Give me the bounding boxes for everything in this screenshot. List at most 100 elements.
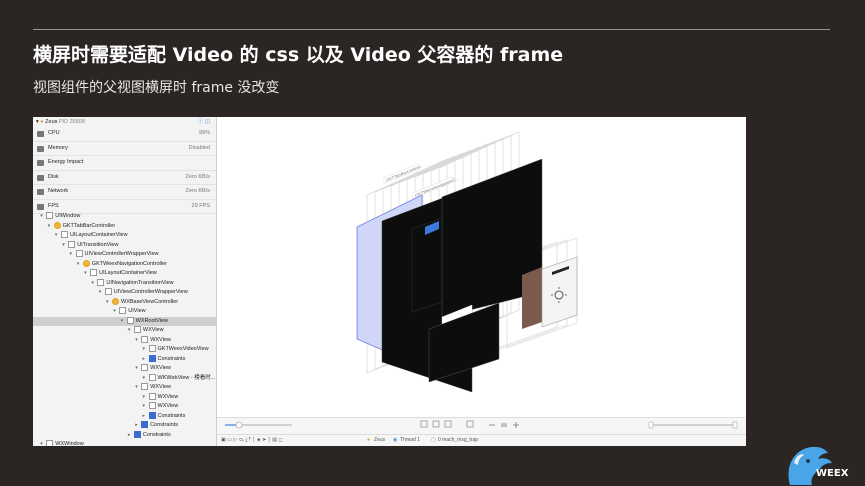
tree-node[interactable]: ▾ UIWindow — [40, 212, 80, 222]
view-icon — [148, 373, 156, 381]
tree-node-label: WXView — [150, 365, 171, 371]
tree-node[interactable]: ▸ Constraints — [128, 430, 171, 441]
tree-node[interactable]: ▾ WXBaseViewController — [106, 297, 178, 308]
tree-node-label: WXView — [150, 336, 171, 343]
range-slider-right[interactable] — [732, 421, 738, 429]
tree-node-label: UIViewControllerWrapperView — [84, 251, 159, 257]
tree-node[interactable]: ▸ Constraints — [143, 354, 186, 365]
tree-node-label: UITransitionView — [77, 241, 119, 248]
debug-toolbar-icons[interactable]: ▣ ▭ ▷ ⤼ ⤓ ⤒ │ ◈ ➤ │ ▤ ◻ — [221, 437, 283, 443]
disclosure-icon[interactable]: ▾ — [48, 222, 54, 232]
xcode-view-debugger-screenshot: ▾ ● Zeus PID 26808 ⓘ ◫ CPU 99% Memory Disab… — [33, 117, 746, 446]
tree-node[interactable]: ▾ UILayoutContainerView — [55, 231, 128, 241]
slide-subtitle: 视图组件的父视图横屏时 frame 没改变 — [33, 80, 280, 96]
tree-node[interactable]: ▾ WXView — [135, 335, 171, 346]
layout-icon[interactable] — [420, 420, 428, 428]
gauge-icon — [37, 131, 44, 137]
process-info-icons[interactable]: ⓘ ◫ — [198, 117, 210, 127]
gauge-value: Zero KB/s — [185, 173, 210, 180]
gauge-name: Disk — [48, 173, 59, 180]
gauge-row[interactable]: Disk Zero KB/s — [33, 171, 216, 185]
tree-node-label: WKWebView - 榜看时... — [157, 374, 216, 381]
tree-node-label: Constraints — [142, 431, 171, 438]
view-icon — [141, 383, 149, 391]
status-app[interactable]: Zeus — [374, 437, 385, 443]
tree-node-label: WXWindow — [55, 441, 84, 446]
tree-node-label: Constraints — [157, 412, 186, 419]
exploded-3d-layers: GKTTabBarControl... GKTWeexNavigationC..… — [356, 131, 578, 393]
view-controller-icon — [82, 259, 90, 267]
tree-node[interactable]: ▾ GKTTabBarController — [48, 221, 116, 232]
view-icon — [133, 326, 141, 334]
tree-node-label: Constraints — [157, 355, 186, 362]
view-icon — [141, 335, 149, 343]
brown-layer[interactable] — [522, 267, 542, 329]
tree-node[interactable]: ▸ Constraints — [135, 421, 178, 431]
gauge-row[interactable]: CPU 99% — [33, 127, 216, 142]
app-icon: ● — [367, 437, 371, 443]
tree-node[interactable]: ▾ UIViewControllerWrapperView — [70, 250, 159, 260]
view-controller-icon — [112, 297, 119, 305]
tree-node-label: UIView — [128, 308, 146, 314]
tree-node-label: UIViewControllerWrapperView — [113, 289, 188, 295]
status-thread[interactable]: Thread 1 — [400, 437, 420, 443]
view-hierarchy-canvas[interactable]: GKTTabBarControl... GKTWeexNavigationC..… — [217, 117, 746, 417]
view-icon — [60, 231, 68, 239]
debug-navigator: ▾ ● Zeus PID 26808 ⓘ ◫ CPU 99% Memory Disab… — [33, 117, 217, 446]
gauge-name: Network — [48, 188, 69, 194]
tree-node[interactable]: ▾ WXWindow — [40, 440, 84, 446]
process-row[interactable]: ▾ ● Zeus PID 26808 ⓘ ◫ — [33, 117, 216, 127]
view-controller-icon — [53, 221, 61, 229]
tree-node[interactable]: ▾ WXView — [143, 402, 178, 412]
gauge-icon — [37, 174, 44, 181]
tree-node-label: UIWindow — [55, 213, 81, 219]
tree-node[interactable]: ▾ UIView — [113, 307, 146, 317]
tree-node[interactable]: ▾ UINavigationTransitionView — [91, 278, 174, 289]
constraints-icon — [148, 411, 156, 419]
tree-node[interactable]: ▾ WXView — [128, 326, 164, 336]
view-icon — [46, 440, 54, 446]
tree-node[interactable]: ▾ GKTWeexNavigationController — [77, 259, 167, 270]
top-divider — [33, 29, 830, 30]
disclosure-icon[interactable]: ▾ — [77, 260, 83, 270]
tree-node[interactable]: ▾ WXView — [143, 392, 178, 403]
tree-node[interactable]: ▾ WXRootView — [121, 316, 168, 327]
spacing-slider-thumb[interactable] — [235, 421, 243, 429]
view-icon — [148, 345, 156, 353]
gauge-row[interactable]: Energy Impact — [33, 156, 216, 171]
view-icon — [148, 402, 156, 410]
tree-node-label: UINavigationTransitionView — [106, 279, 174, 286]
weex-logo — [788, 446, 832, 485]
view-icon — [90, 269, 98, 277]
tree-node-label: GKTTabBarController — [62, 222, 116, 229]
tree-node[interactable]: ▾ UITransitionView — [62, 240, 119, 251]
tree-node-label: GKTWeexNavigationController — [91, 260, 167, 267]
debugger-bottom-bar: ▣ ▭ ▷ ⤼ ⤓ ⤒ │ ◈ ➤ │ ▤ ◻ ● Zeus ◉ Thread … — [217, 417, 746, 446]
tree-node[interactable]: ▾ WXView — [135, 383, 171, 393]
tree-node[interactable]: ▾ UILayoutContainerView — [84, 269, 157, 279]
tree-node[interactable]: ▾ WXView — [135, 364, 171, 374]
gauge-icon — [37, 160, 44, 166]
tree-node[interactable]: ▾ UIViewControllerWrapperView — [99, 288, 188, 298]
gauge-row[interactable]: Network Zero KB/s — [33, 185, 216, 200]
range-slider-left[interactable] — [648, 421, 654, 429]
layout-icon[interactable] — [432, 420, 440, 428]
tree-node[interactable]: ▾ GKTWeexVideoView — [143, 345, 209, 355]
view-icon — [119, 307, 127, 315]
gauge-icon — [37, 145, 44, 152]
gauge-name: Memory — [48, 144, 68, 151]
tree-node-label: GKTWeexVideoView — [157, 346, 209, 352]
tree-node-label: UILayoutContainerView — [69, 232, 128, 238]
gauge-name: FPS — [48, 202, 59, 209]
layout-icon[interactable] — [444, 420, 452, 428]
sun-card-layer[interactable] — [541, 256, 578, 328]
grid-icon[interactable] — [466, 420, 474, 428]
process-name: Zeus — [45, 119, 58, 125]
status-frame[interactable]: 0 mach_msg_trap — [438, 437, 478, 443]
tree-node[interactable]: ▸ Constraints — [143, 411, 186, 422]
gauge-icon — [37, 189, 44, 195]
gauge-row[interactable]: Memory Disabled — [33, 142, 216, 156]
tree-node[interactable]: ▾ WKWebView - 榜看时... — [143, 373, 216, 384]
brand-text: WEEX — [816, 468, 849, 479]
view-icon — [46, 212, 54, 220]
